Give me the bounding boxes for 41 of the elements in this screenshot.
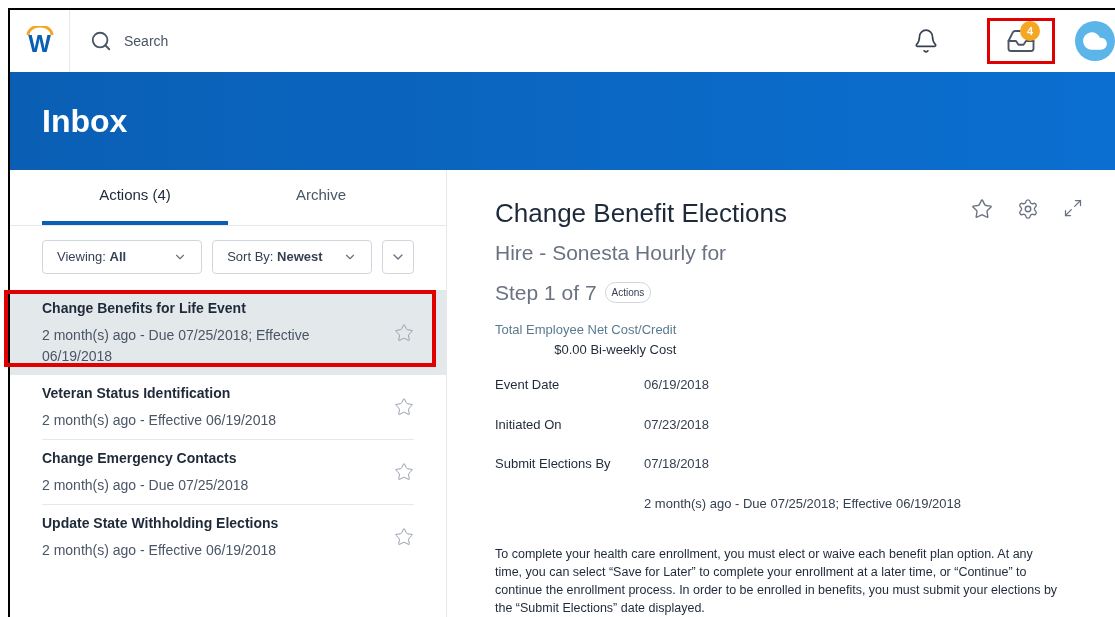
- field-value: 06/19/2018: [644, 376, 710, 394]
- field-value: 07/18/2018: [644, 455, 710, 473]
- settings-icon[interactable]: [1017, 198, 1039, 220]
- expand-icon[interactable]: [1063, 198, 1083, 218]
- more-options-button[interactable]: [382, 240, 414, 274]
- search-icon: [90, 30, 112, 52]
- cost-value: $0.00 Bi-weekly Cost: [554, 340, 677, 359]
- filter-dropdown[interactable]: Sort By: Newest: [212, 240, 373, 274]
- notification-badge: 4: [1020, 21, 1040, 41]
- star-icon[interactable]: [971, 198, 993, 220]
- star-icon[interactable]: [394, 527, 414, 547]
- notifications-icon[interactable]: [913, 28, 939, 54]
- detail-title: Change Benefit Elections: [495, 197, 788, 230]
- tab[interactable]: Archive: [228, 170, 414, 225]
- page-title: Inbox: [42, 102, 128, 141]
- step-indicator: Step 1 of 7: [495, 279, 597, 306]
- logo[interactable]: W: [28, 32, 51, 56]
- instructions-text: To complete your health care enrollment, you must elect or waive each benefit plan option. At any time, you can select “Save for Later” to complete your enrollment at a later time, or “Continue” to continue the enrollment process. In order to be enrolled in benefits, you must submit your elections by the “Submit Elections” date displayed.: [495, 546, 1059, 617]
- avatar[interactable]: [1075, 21, 1115, 61]
- tab[interactable]: Actions (4): [42, 170, 228, 225]
- field-label: Submit Elections By: [495, 456, 611, 471]
- star-icon[interactable]: [394, 322, 414, 343]
- item-meta: 2 month(s) ago - Effective 06/19/2018: [42, 541, 277, 560]
- item-title: Change Benefits for Life Event: [42, 299, 247, 318]
- cost-label: Total Employee Net Cost/Credit: [495, 321, 677, 339]
- field-value: 2 month(s) ago - Due 07/25/2018; Effective 06/19/2018: [644, 494, 962, 513]
- field-label: Initiated On: [495, 416, 562, 432]
- item-meta: 2 month(s) ago - Effective 06/19/2018: [42, 411, 277, 430]
- item-title: Veteran Status Identification: [42, 384, 232, 403]
- item-meta: 2 month(s) ago - Due 07/25/2018; Effective 06/19/2018: [42, 326, 311, 366]
- detail-subtitle: Hire - Sonesta Hourly for: [495, 240, 728, 266]
- item-title: Change Emergency Contacts: [42, 449, 238, 468]
- star-icon[interactable]: [394, 397, 414, 417]
- field-label: Event Date: [495, 377, 560, 392]
- item-title: Update State Withholding Elections: [42, 514, 280, 533]
- field-value: 07/23/2018: [644, 415, 710, 434]
- filter-dropdown[interactable]: Viewing: All: [42, 240, 203, 274]
- search-field[interactable]: Search: [124, 31, 364, 51]
- item-meta: 2 month(s) ago - Due 07/25/2018: [42, 476, 250, 495]
- logo-arc-icon: [25, 26, 54, 36]
- star-icon[interactable]: [394, 462, 414, 482]
